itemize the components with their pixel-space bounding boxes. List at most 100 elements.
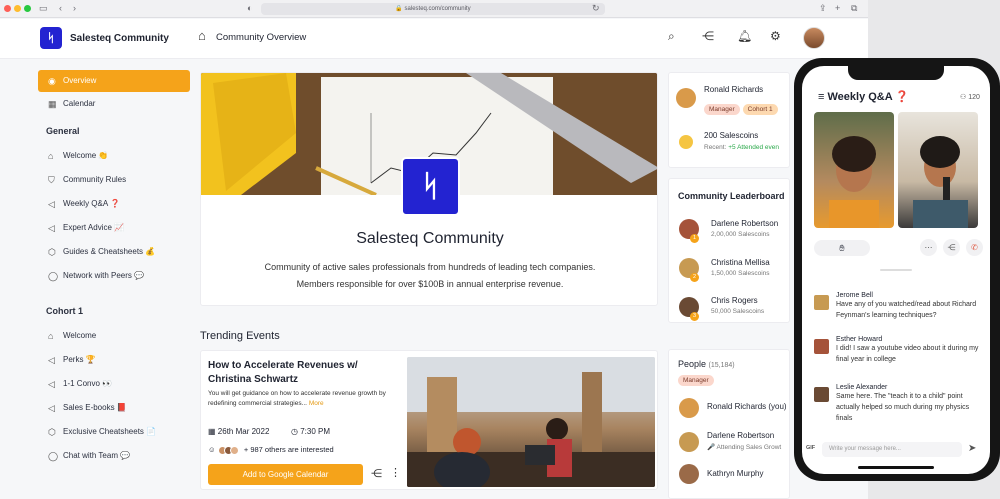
share-network-icon[interactable]: ⋲ (702, 29, 714, 43)
people-filter-tag[interactable]: Manager (678, 375, 714, 386)
sidebar-item-chat-team[interactable]: ◯ Chat with Team 💬 (38, 444, 190, 468)
add-to-calendar-button[interactable]: Add to Google Calendar (208, 464, 363, 485)
sidebar-item-convo[interactable]: ◁ 1-1 Convo 👀 (38, 372, 190, 396)
user-avatar[interactable] (803, 27, 825, 49)
back-icon[interactable]: ‹ (59, 3, 62, 13)
message-avatar (814, 295, 829, 310)
chat-message: Leslie Alexander Same here. The "teach i… (836, 384, 984, 424)
people-title: People (678, 359, 707, 369)
share-icon[interactable]: ⇪ (819, 3, 827, 14)
leader-coins: 1,50,000 Salescoins (711, 270, 770, 277)
tag-manager: Manager (704, 104, 740, 115)
send-icon[interactable]: ➤ (968, 443, 976, 454)
event-photo (407, 357, 655, 487)
person-name[interactable]: Kathryn Murphy (707, 469, 763, 478)
sidebar-item-welcome[interactable]: ⌂ Welcome 👏 (38, 144, 190, 168)
sidebar-item-label: Perks 🏆 (63, 355, 96, 364)
person-avatar[interactable] (679, 432, 699, 452)
gear-icon[interactable]: ⚙ (770, 29, 781, 43)
profile-name[interactable]: Ronald Richards (704, 85, 763, 94)
people-card: People (15,184) Manager Ronald Richards … (668, 349, 790, 499)
minimize-dot[interactable] (14, 5, 21, 12)
sidebar-item-cohort-welcome[interactable]: ⌂ Welcome (38, 324, 190, 348)
new-tab-icon[interactable]: + (835, 3, 840, 13)
event-time: ◷ 7:30 PM (291, 427, 330, 436)
url-bar[interactable]: 🔒 salesteq.com/community (261, 3, 605, 15)
browser-window: ▭ ‹ › ◐ 🔒 salesteq.com/community ↻ ⇪ + ⧉… (0, 0, 868, 499)
guest-illustration (913, 136, 968, 228)
sidebar-item-cheatsheets[interactable]: ⬡ Exclusive Cheatsheets 📄 (38, 420, 190, 444)
viewer-count: ⚇ 120 (960, 93, 980, 101)
sidebar-item-calendar[interactable]: ▦ Calendar (38, 92, 190, 116)
reload-icon[interactable]: ↻ (592, 3, 600, 14)
rank-badge: 3 (690, 312, 699, 321)
home-icon: ⌂ (48, 151, 54, 161)
share-icon[interactable]: ⋲ (943, 239, 960, 256)
event-title[interactable]: How to Accelerate Revenues w/ Christina … (208, 359, 398, 387)
sidebar-toggle-icon[interactable]: ▭ (39, 3, 48, 14)
sidebar-item-overview[interactable]: ◉ Overview (38, 70, 190, 92)
privacy-icon: ◐ (247, 3, 253, 13)
drag-handle[interactable] (880, 269, 912, 271)
share-icon[interactable]: ⋲ (371, 467, 382, 480)
interested-text: + 987 others are interested (243, 445, 334, 454)
raise-hand-button[interactable]: ✋︎ (814, 240, 870, 256)
megaphone-icon: ◁ (48, 403, 55, 413)
browser-chrome: ▭ ‹ › ◐ 🔒 salesteq.com/community ↻ ⇪ + ⧉ (0, 0, 868, 18)
brand-name[interactable]: Salesteq Community (70, 33, 169, 44)
leader-coins: 2,00,000 Salescoins (711, 231, 770, 238)
sidebar-item-perks[interactable]: ◁ Perks 🏆 (38, 348, 190, 372)
more-options-icon[interactable]: ⋯ (920, 239, 937, 256)
sidebar-item-weekly-qa[interactable]: ◁ Weekly Q&A ❓ (38, 192, 190, 216)
event-more-link[interactable]: More (309, 400, 324, 407)
sidebar-item-ebooks[interactable]: ◁ Sales E-books 📕 (38, 396, 190, 420)
leader-coins: 50,000 Salescoins (711, 308, 765, 315)
gif-button[interactable]: GIF (806, 445, 815, 451)
sidebar-item-label: Overview (63, 76, 97, 85)
message-input[interactable]: Write your message here... (822, 442, 962, 457)
forward-icon[interactable]: › (73, 3, 76, 13)
video-tile-guest[interactable] (898, 112, 978, 228)
person-avatar[interactable] (679, 464, 699, 484)
community-logo-icon: ᛋ (401, 157, 460, 216)
search-icon[interactable]: ⌕ (668, 29, 675, 44)
sidebar-item-expert-advice[interactable]: ◁ Expert Advice 📈 (38, 216, 190, 240)
eye-icon: ◉ (48, 76, 56, 86)
person-name[interactable]: Darlene Robertson (707, 431, 774, 440)
description-line: Members responsible for over $100B in an… (296, 279, 564, 289)
leader-name[interactable]: Chris Rogers (711, 296, 758, 305)
person-icon: ⚇ (960, 94, 967, 101)
profile-card: Ronald Richards Manager Cohort 1 200 Sale… (668, 72, 790, 168)
tabs-icon[interactable]: ⧉ (851, 3, 857, 14)
sidebar-item-guides[interactable]: ⬡ Guides & Cheatsheets 💰 (38, 240, 190, 264)
video-tile-host[interactable] (814, 112, 894, 228)
menu-icon[interactable]: ≡ (818, 91, 824, 103)
box-icon: ⬡ (48, 427, 56, 437)
app-header: ᛋ Salesteq Community ⌂ Community Overvie… (0, 19, 868, 59)
megaphone-icon: ◁ (48, 223, 55, 233)
leave-call-icon[interactable]: ✆ (966, 239, 983, 256)
profile-avatar[interactable] (676, 88, 696, 108)
qa-title-text: Weekly Q&A (827, 91, 893, 103)
sidebar-item-label: Expert Advice 📈 (63, 223, 125, 232)
more-options-icon[interactable]: ⋮ (390, 466, 401, 479)
message-avatar (814, 387, 829, 402)
person-name[interactable]: Ronald Richards (you) (707, 402, 787, 411)
event-interested: ☺ + 987 others are interested (208, 445, 334, 455)
people-count: (15,184) (708, 362, 735, 369)
home-indicator (858, 466, 934, 469)
profile-tags: Manager Cohort 1 (704, 98, 781, 116)
calendar-icon: ▦ (208, 427, 216, 436)
close-dot[interactable] (4, 5, 11, 12)
sidebar-item-community-rules[interactable]: ⛉ Community Rules (38, 168, 190, 192)
maximize-dot[interactable] (24, 5, 31, 12)
bell-icon[interactable]: 🔔︎ (737, 29, 752, 43)
event-time-text: 7:30 PM (300, 427, 331, 436)
leader-name[interactable]: Darlene Robertson (711, 219, 778, 228)
sidebar-item-label: Chat with Team 💬 (63, 451, 131, 460)
person-avatar[interactable] (679, 398, 699, 418)
sidebar-item-network[interactable]: ◯ Network with Peers 💬 (38, 264, 190, 288)
leader-name[interactable]: Christina Mellisa (711, 258, 770, 267)
brand-logo-icon[interactable]: ᛋ (40, 27, 62, 49)
sidebar-item-label: Community Rules (63, 175, 127, 184)
